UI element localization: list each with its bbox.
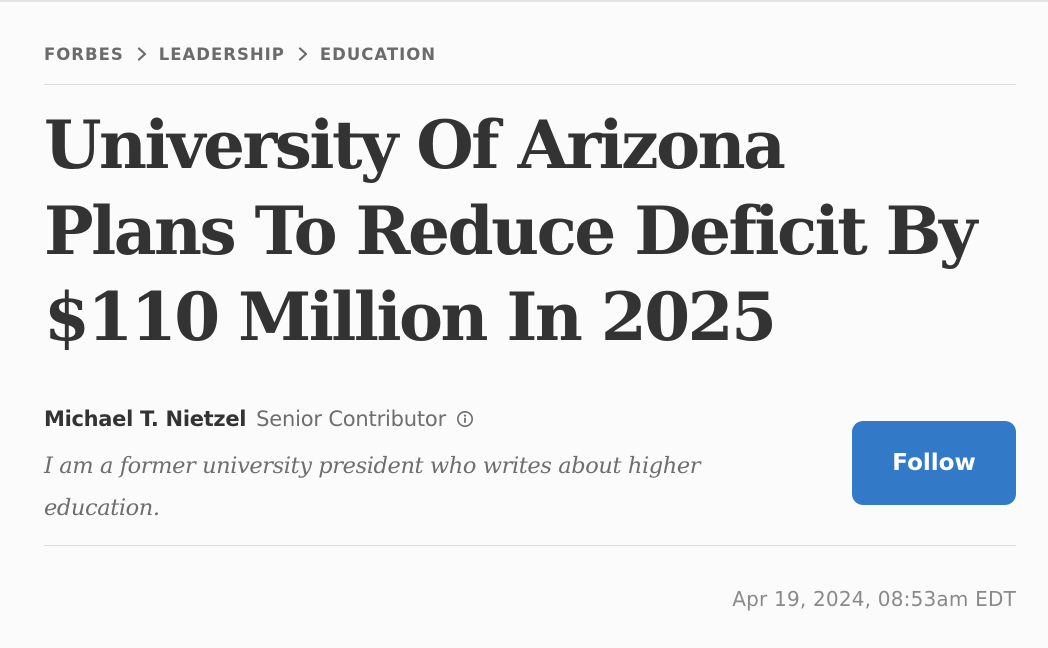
headline-line: $110 Million In 2025 (44, 278, 777, 356)
breadcrumb-leadership[interactable]: LEADERSHIP (159, 45, 285, 64)
breadcrumb-education[interactable]: EDUCATION (320, 45, 436, 64)
breadcrumb: FORBES LEADERSHIP EDUCATION (44, 42, 436, 66)
publish-timestamp: Apr 19, 2024, 08:53am EDT (732, 587, 1016, 611)
info-circle-icon[interactable] (456, 410, 474, 428)
author-byline: Michael T. Nietzel Senior Contributor (44, 402, 474, 436)
follow-button[interactable]: Follow (852, 421, 1016, 505)
chevron-right-icon (298, 47, 307, 61)
chevron-right-icon (137, 47, 146, 61)
author-name[interactable]: Michael T. Nietzel (44, 407, 246, 431)
breadcrumb-forbes[interactable]: FORBES (44, 45, 124, 64)
article-headline: University Of Arizona Plans To Reduce De… (44, 102, 1024, 360)
article-header: FORBES LEADERSHIP EDUCATION University O… (0, 0, 1048, 648)
headline-line: University Of Arizona (44, 106, 786, 184)
divider (44, 545, 1016, 546)
headline-line: Plans To Reduce Deficit By (44, 192, 977, 270)
author-role: Senior Contributor (256, 407, 447, 431)
author-bio: I am a former university president who w… (44, 453, 701, 521)
divider (44, 84, 1016, 85)
